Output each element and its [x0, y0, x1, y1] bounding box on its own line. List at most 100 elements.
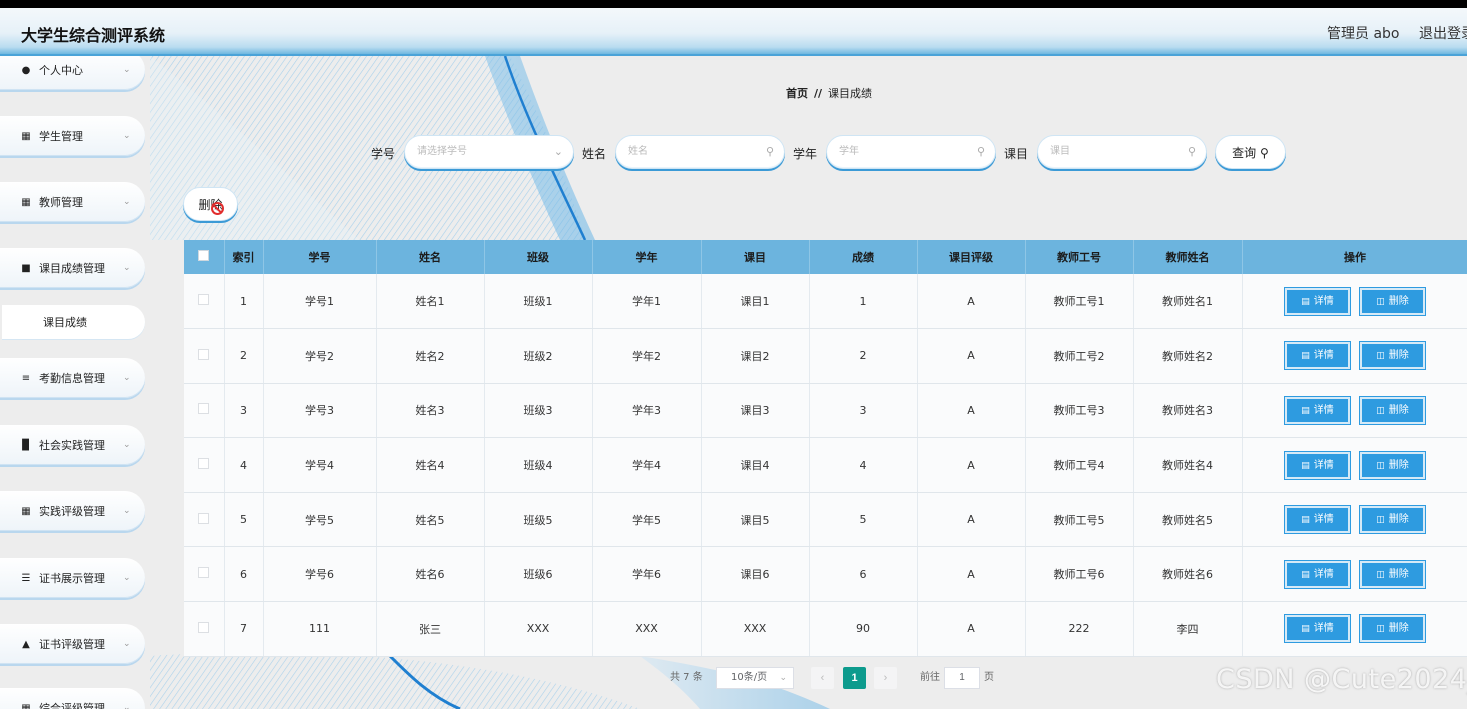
table-cell: 7 [224, 601, 264, 657]
chevron-left-icon: ‹ [820, 672, 825, 684]
table-cell: 教师工号5 [1025, 492, 1134, 548]
prev-page-button[interactable]: ‹ [811, 667, 834, 689]
document-icon: ▤ [1301, 624, 1310, 635]
delete-button[interactable]: ◫ 删除 [1360, 342, 1425, 370]
row-select-cell[interactable] [184, 274, 225, 330]
sidebar-item-certificate-display-management[interactable]: ☰ 证书展示管理 ⌄ [0, 558, 145, 598]
table-cell: 学年1 [592, 274, 702, 330]
row-actions: ▤ 详情 ◫ 删除 [1242, 328, 1467, 384]
top-black-strip [0, 0, 1467, 8]
table-cell: 班级5 [484, 492, 593, 548]
delete-button[interactable]: ◫ 删除 [1360, 287, 1425, 315]
chevron-down-icon: ⌄ [123, 197, 131, 207]
sidebar-item-personal-center[interactable]: ● 个人中心 ⌄ [0, 56, 145, 90]
select-all-header[interactable] [184, 240, 225, 274]
row-checkbox[interactable] [198, 621, 210, 633]
delete-button[interactable]: ◫ 删除 [1360, 615, 1425, 643]
chevron-down-icon: ⌄ [553, 145, 563, 158]
table-cell: 教师姓名2 [1133, 328, 1243, 384]
delete-label: 删除 [1388, 295, 1409, 307]
row-checkbox[interactable] [198, 512, 210, 524]
detail-label: 详情 [1313, 568, 1334, 580]
grid-icon: ▦ [21, 702, 31, 709]
course-search-input[interactable]: 课目 ⚲ [1037, 135, 1207, 169]
sliders-icon: ≡ [21, 372, 31, 384]
name-search-input[interactable]: 姓名 ⚲ [615, 135, 785, 169]
query-button[interactable]: 查询 ⚲ [1215, 135, 1286, 169]
chevron-down-icon: ⌄ [123, 573, 131, 583]
delete-button[interactable]: ◫ 删除 [1360, 451, 1425, 479]
sidebar-subitem-course-grade[interactable]: 课目成绩 [2, 305, 145, 339]
student-id-select[interactable]: 请选择学号 ⌄ [404, 135, 574, 169]
row-select-cell[interactable] [184, 492, 225, 548]
row-select-cell[interactable] [184, 601, 225, 657]
sidebar-item-student-management[interactable]: ▦ 学生管理 ⌄ [0, 116, 145, 156]
sidebar-item-certificate-rating-management[interactable]: ▲ 证书评级管理 ⌄ [0, 624, 145, 664]
row-checkbox[interactable] [198, 567, 210, 579]
table-cell: 教师工号4 [1025, 437, 1134, 493]
detail-button[interactable]: ▤ 详情 [1285, 506, 1350, 534]
detail-button[interactable]: ▤ 详情 [1285, 615, 1350, 643]
row-checkbox[interactable] [198, 458, 210, 470]
table-cell: 学年6 [592, 546, 702, 603]
detail-label: 详情 [1313, 623, 1334, 635]
row-select-cell[interactable] [184, 437, 225, 493]
sidebar-item-comprehensive-rating-management[interactable]: ▦ 综合评级管理 ⌄ [0, 688, 145, 709]
search-icon: ⚲ [976, 145, 985, 158]
delete-label: 删除 [1388, 623, 1409, 635]
student-id-label: 学号 [371, 147, 396, 161]
table-cell: A [917, 492, 1026, 548]
delete-button[interactable]: ◫ 删除 [1360, 506, 1425, 534]
table-cell: 教师姓名3 [1133, 383, 1243, 439]
sidebar-item-attendance-management[interactable]: ≡ 考勤信息管理 ⌄ [0, 358, 145, 398]
sidebar: ● 个人中心 ⌄ ▦ 学生管理 ⌄ ▦ 教师管理 ⌄ ■ 课目成绩管理 ⌄ 课目… [0, 56, 150, 709]
chevron-down-icon: ⌄ [123, 373, 131, 383]
sidebar-item-course-grade-management[interactable]: ■ 课目成绩管理 ⌄ [0, 248, 145, 288]
table-cell: 2 [809, 328, 918, 384]
row-select-cell[interactable] [184, 383, 225, 439]
document-icon: ▤ [1301, 296, 1310, 307]
row-actions: ▤ 详情 ◫ 删除 [1242, 437, 1467, 493]
document-icon: ▤ [1301, 460, 1310, 471]
breadcrumb-separator: // [814, 87, 823, 100]
grid-icon: ▦ [21, 505, 31, 517]
table-cell: 姓名5 [376, 492, 485, 548]
sidebar-item-practice-rating-management[interactable]: ▦ 实践评级管理 ⌄ [0, 491, 145, 531]
table-cell: XXX [484, 601, 593, 657]
detail-button[interactable]: ▤ 详情 [1285, 451, 1350, 479]
table-cell: A [917, 437, 1026, 493]
sidebar-item-social-practice-management[interactable]: ▉ 社会实践管理 ⌄ [0, 425, 145, 465]
trash-icon: ◫ [1376, 296, 1385, 307]
row-select-cell[interactable] [184, 546, 225, 603]
table-cell: XXX [701, 601, 810, 657]
row-select-cell[interactable] [184, 328, 225, 384]
table-cell: 课目3 [701, 383, 810, 439]
school-year-search-input[interactable]: 学年 ⚲ [826, 135, 996, 169]
select-all-checkbox[interactable] [198, 250, 210, 261]
detail-button[interactable]: ▤ 详情 [1285, 396, 1350, 424]
detail-button[interactable]: ▤ 详情 [1285, 287, 1350, 315]
row-actions: ▤ 详情 ◫ 删除 [1242, 492, 1467, 548]
column-header: 姓名 [376, 240, 485, 274]
column-header: 学号 [263, 240, 377, 274]
detail-button[interactable]: ▤ 详情 [1285, 342, 1350, 370]
delete-button[interactable]: ◫ 删除 [1360, 560, 1425, 588]
current-page-button[interactable]: 1 [843, 667, 866, 689]
row-actions: ▤ 详情 ◫ 删除 [1242, 383, 1467, 439]
logout-link[interactable]: 退出登录 [1419, 23, 1467, 43]
table-cell: 教师姓名1 [1133, 274, 1243, 330]
detail-button[interactable]: ▤ 详情 [1285, 560, 1350, 588]
row-checkbox[interactable] [198, 403, 210, 415]
row-checkbox[interactable] [198, 294, 210, 306]
breadcrumb-home[interactable]: 首页 [786, 87, 808, 100]
name-label: 姓名 [582, 147, 607, 161]
sidebar-item-teacher-management[interactable]: ▦ 教师管理 ⌄ [0, 182, 145, 222]
next-page-button[interactable]: › [874, 667, 897, 689]
table-cell: 3 [809, 383, 918, 439]
goto-page-input[interactable]: 1 [944, 667, 980, 689]
page-size-select[interactable]: 10条/页 ⌄ [716, 667, 794, 689]
table-cell: 6 [224, 546, 264, 603]
search-icon: ⚲ [1187, 145, 1196, 158]
delete-button[interactable]: ◫ 删除 [1360, 396, 1425, 424]
row-checkbox[interactable] [198, 348, 210, 360]
